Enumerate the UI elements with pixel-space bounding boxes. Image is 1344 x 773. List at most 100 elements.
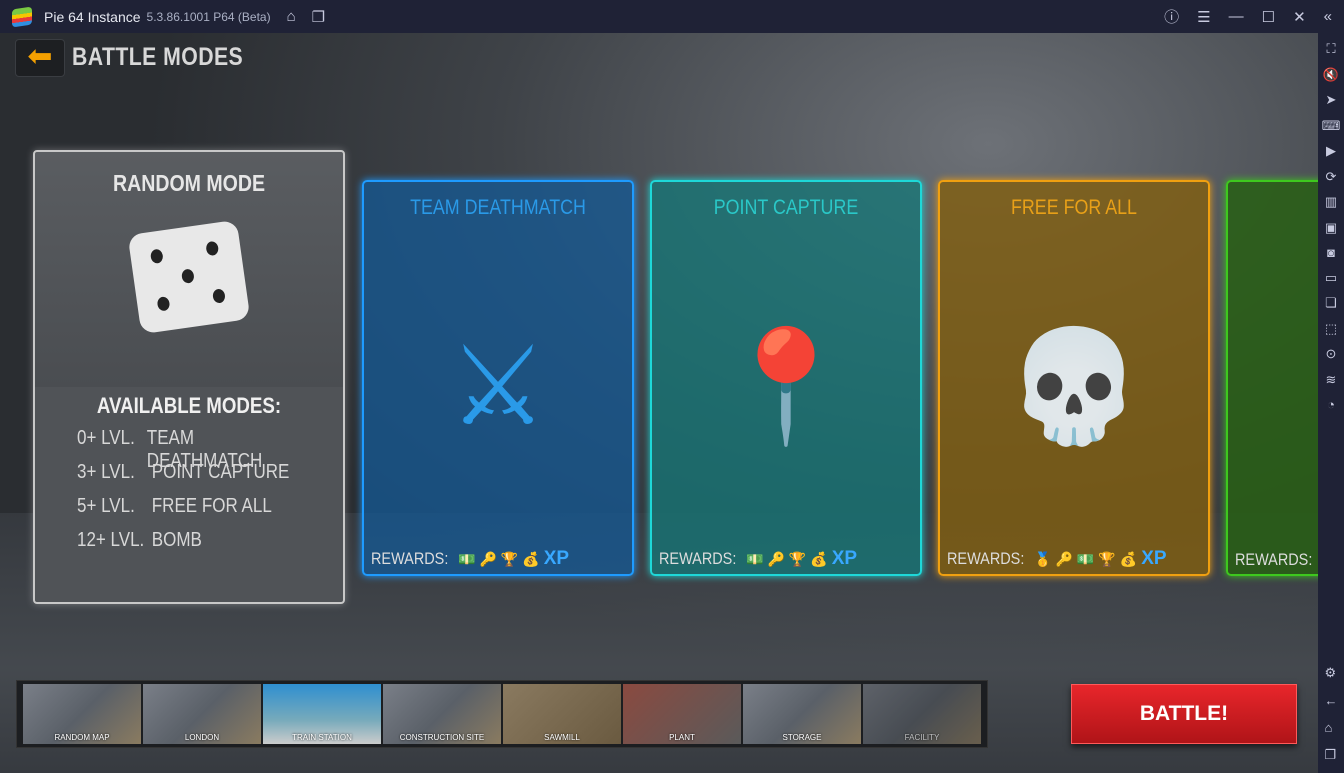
- map-thumb[interactable]: FACILITY: [863, 684, 981, 744]
- xp-label: XP: [831, 548, 858, 569]
- multi-instance-icon[interactable]: ❐: [312, 8, 325, 26]
- back-button[interactable]: ⬅: [15, 39, 65, 77]
- xp-label: XP: [1141, 548, 1167, 569]
- keyboard-icon[interactable]: ⌨: [1322, 118, 1341, 134]
- rewards-label: REWARDS:: [947, 549, 1025, 568]
- trophy-icon: 🏆: [500, 550, 519, 567]
- help-icon[interactable]: ⓘ: [1164, 6, 1179, 27]
- pointer-icon[interactable]: ➤: [1326, 92, 1337, 108]
- skull-icon: 💀: [1005, 325, 1143, 448]
- back-icon[interactable]: ←: [1325, 693, 1338, 708]
- bag-icon: 💰: [810, 550, 828, 567]
- mode-item: 0+ LVL. TEAM DEATHMATCH: [77, 427, 303, 472]
- apk-icon[interactable]: ▣: [1325, 220, 1337, 236]
- mode-level: 12+ LVL.: [77, 529, 145, 551]
- title-bar: Pie 64 Instance 5.3.86.1001 P64 (Beta) ⌂…: [0, 0, 1344, 33]
- map-thumb[interactable]: PLANT: [623, 684, 741, 744]
- crossed-rifles-icon: ⚔: [448, 325, 548, 448]
- bag-icon: 💰: [1119, 550, 1138, 567]
- collapse-sidebar-icon[interactable]: «: [1324, 8, 1332, 25]
- rewards: REWARDS: 🥇 🔑 💵 🏆 💰 XP: [947, 548, 1167, 570]
- home-nav-icon[interactable]: ⌂: [1325, 720, 1338, 735]
- free-for-all-card[interactable]: FREE FOR ALL 💀 REWARDS: 🥇 🔑 💵 🏆 💰 XP: [938, 180, 1210, 576]
- battle-button[interactable]: BATTLE!: [1071, 684, 1297, 744]
- random-mode-title: RANDOM MODE: [112, 170, 266, 196]
- card-title: POINT CAPTURE: [713, 196, 859, 219]
- emulator-sidebar: ⛶ 🔇 ➤ ⌨ ▶ ⟳ ▥ ▣ ◙ ▭ ❏ ⬚ ⊙ ≋ ◔ ⚙ ← ⌂ ❐: [1318, 33, 1344, 773]
- mode-item: 3+ LVL. POINT CAPTURE: [77, 461, 303, 495]
- dice-icon: [127, 219, 251, 335]
- mode-level: 0+ LVL.: [77, 427, 135, 449]
- map-label: LONDON: [184, 733, 220, 742]
- trophy-icon: 🏆: [788, 550, 807, 567]
- modes-list: 0+ LVL. TEAM DEATHMATCH 3+ LVL. POINT CAPT…: [77, 427, 343, 563]
- fullscreen-icon[interactable]: ⛶: [1326, 41, 1335, 57]
- map-label: SAWMILL: [544, 733, 580, 742]
- home-icon[interactable]: ⌂: [287, 8, 296, 25]
- gold-bar-icon: 🥇: [1034, 550, 1052, 567]
- mode-level: 5+ LVL.: [77, 495, 135, 517]
- point-capture-card[interactable]: POINT CAPTURE 📍 REWARDS: 💵 🔑 🏆 💰 XP: [650, 180, 922, 576]
- mode-item: 5+ LVL. FREE FOR ALL: [77, 495, 303, 529]
- close-icon[interactable]: ✕: [1293, 8, 1306, 26]
- game-area: ⬅ BATTLE MODES RANDOM MODE AVAILABLE MOD…: [0, 33, 1318, 773]
- mode-name: TEAM DEATHMATCH: [146, 427, 263, 472]
- menu-icon[interactable]: ☰: [1197, 8, 1210, 26]
- rewards-label: REWARDS:: [371, 549, 449, 568]
- key-icon: 🔑: [767, 550, 785, 567]
- page-title: BATTLE MODES: [72, 43, 244, 71]
- erase-icon[interactable]: ⬚: [1325, 321, 1337, 337]
- trophy-icon: 🏆: [1098, 550, 1116, 567]
- rewards: REWARDS: 💵 🔑 🏆 💰 XP: [371, 548, 569, 570]
- mode-name: BOMB: [151, 529, 202, 551]
- layers-icon[interactable]: ≋: [1326, 372, 1337, 388]
- card-title: FREE FOR ALL: [1011, 196, 1137, 219]
- window-title: Pie 64 Instance: [44, 8, 141, 25]
- bag-icon: 💰: [522, 550, 540, 567]
- key-icon: 🔑: [1055, 550, 1073, 567]
- map-label: STORAGE: [782, 733, 822, 742]
- mode-name: POINT CAPTURE: [151, 461, 290, 483]
- map-thumb[interactable]: SAWMILL: [503, 684, 621, 744]
- rotate-icon[interactable]: ⟳: [1326, 169, 1337, 185]
- map-thumb[interactable]: RANDOM MAP: [23, 684, 141, 744]
- multi-window-icon[interactable]: ❏: [1325, 295, 1337, 311]
- map-thumb[interactable]: TRAIN STATION: [263, 684, 381, 744]
- xp-label: XP: [543, 548, 570, 569]
- map-thumb[interactable]: CONSTRUCTION SITE: [383, 684, 501, 744]
- mode-level: 3+ LVL.: [77, 461, 135, 483]
- mode-item: 12+ LVL. BOMB: [77, 529, 303, 563]
- map-selector: RANDOM MAP LONDON TRAIN STATION CONSTRUC…: [16, 680, 988, 748]
- rewards-label: REWARDS:: [1235, 550, 1313, 569]
- map-label: CONSTRUCTION SITE: [399, 733, 485, 742]
- map-thumb[interactable]: LONDON: [143, 684, 261, 744]
- rewards: REWARDS:: [1235, 550, 1318, 570]
- map-thumb[interactable]: STORAGE: [743, 684, 861, 744]
- minimize-icon[interactable]: —: [1229, 8, 1244, 25]
- fifth-mode-card[interactable]: K REWARDS:: [1226, 180, 1318, 576]
- card-title: TEAM DEATHMATCH: [410, 196, 586, 219]
- rewards: REWARDS: 💵 🔑 🏆 💰 XP: [659, 548, 857, 570]
- folder-icon[interactable]: ▭: [1325, 270, 1337, 286]
- maximize-icon[interactable]: ☐: [1262, 8, 1275, 26]
- map-label: TRAIN STATION: [292, 733, 352, 742]
- recent-apps-icon[interactable]: ❐: [1325, 747, 1338, 763]
- record-icon[interactable]: ▶: [1326, 143, 1336, 159]
- random-mode-card[interactable]: RANDOM MODE AVAILABLE MODES: 0+ LVL. TEAM…: [33, 150, 345, 604]
- location-pin-icon: 📍: [717, 325, 855, 448]
- key-icon: 🔑: [479, 550, 497, 567]
- card-title: K: [1248, 196, 1318, 220]
- volume-mute-icon[interactable]: 🔇: [1323, 67, 1339, 83]
- cash-icon: 💵: [746, 550, 764, 567]
- screenshot-icon[interactable]: ◙: [1327, 245, 1335, 260]
- version: 5.3.86.1001 P64 (Beta): [146, 9, 271, 24]
- available-modes-label: AVAILABLE MODES:: [96, 393, 282, 418]
- mode-name: FREE FOR ALL: [151, 495, 272, 517]
- cash-icon: 💵: [458, 550, 476, 567]
- location-icon[interactable]: ⊙: [1326, 346, 1337, 362]
- team-deathmatch-card[interactable]: TEAM DEATHMATCH ⚔ REWARDS: 💵 🔑 🏆 💰 XP: [362, 180, 634, 576]
- cash-icon: 💵: [1076, 550, 1095, 567]
- settings-icon[interactable]: ⚙: [1325, 665, 1338, 681]
- macro-icon[interactable]: ▥: [1325, 194, 1337, 210]
- speed-icon[interactable]: ◔: [1327, 397, 1335, 412]
